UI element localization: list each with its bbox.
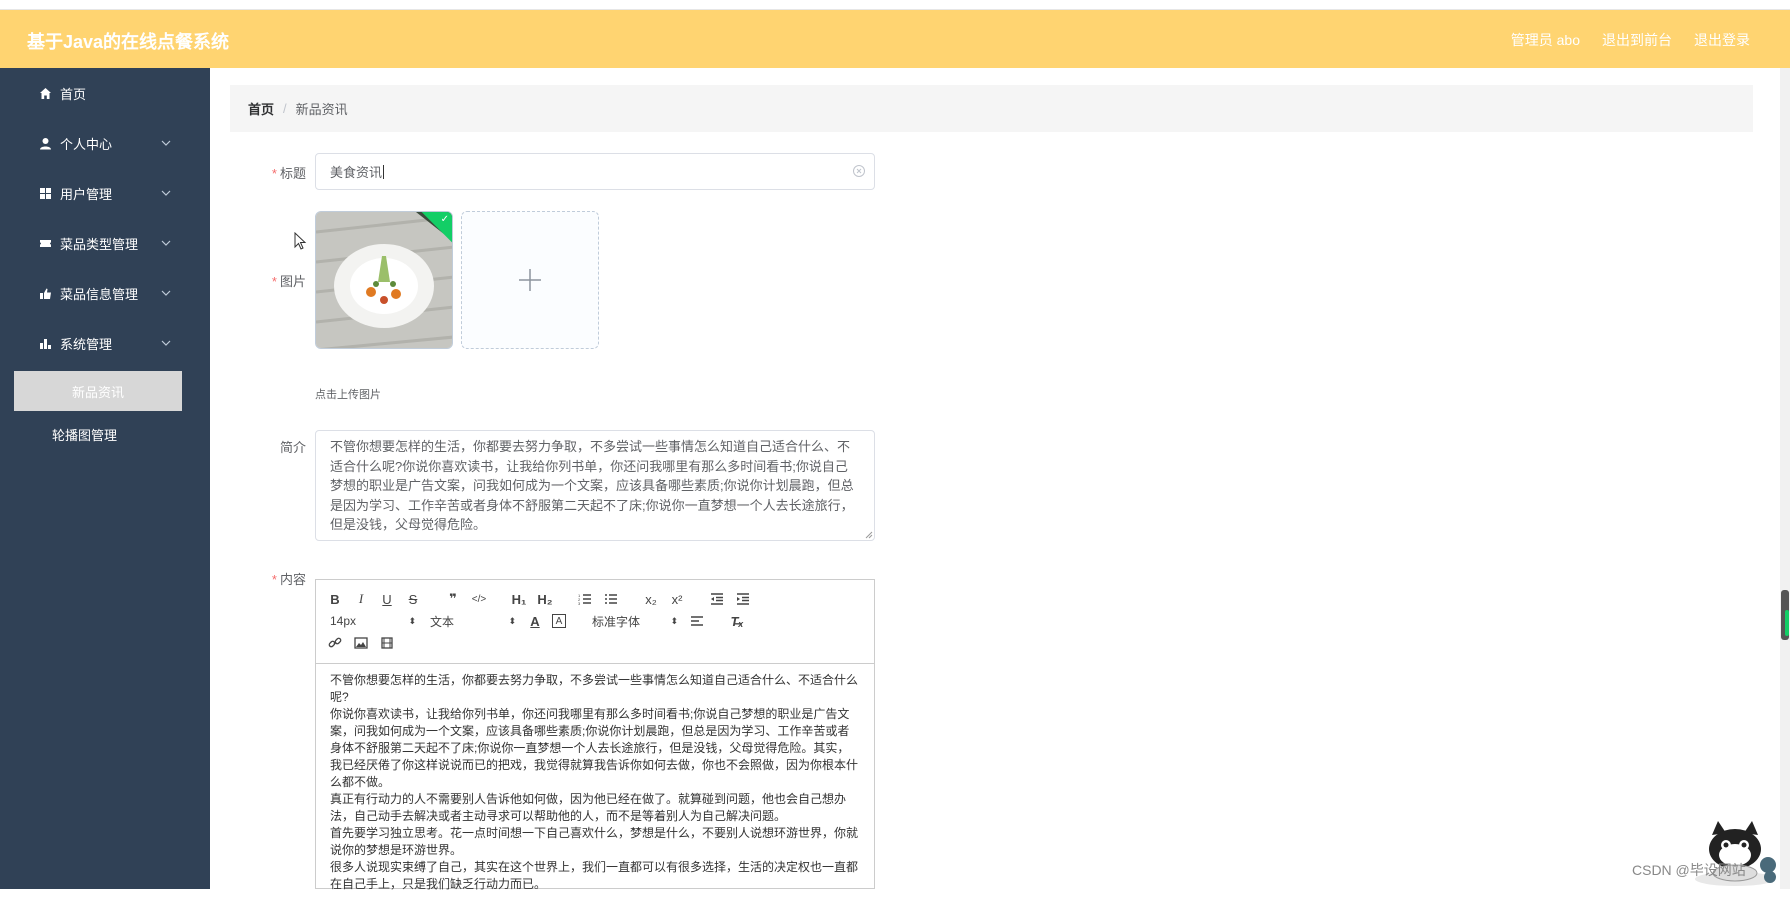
thumb-icon (38, 286, 52, 300)
breadcrumb: 首页 / 新品资讯 (230, 85, 1753, 132)
video-icon[interactable] (378, 634, 396, 652)
clear-format-icon[interactable]: T̶ₓ (728, 612, 746, 630)
chevron-down-icon (161, 140, 171, 146)
sidebar-item-system[interactable]: 系统管理 (0, 318, 210, 368)
image-upload-button[interactable] (461, 211, 599, 349)
admin-user-label[interactable]: 管理员 abo (1511, 30, 1580, 50)
image-icon[interactable] (352, 634, 370, 652)
editor-content-area[interactable]: 不管你想要怎样的生活，你都要去努力争取，不多尝试一些事情怎么知道自己适合什么、不… (316, 664, 874, 901)
strikethrough-icon[interactable]: S (404, 590, 422, 608)
sidebar-item-label: 菜品信息管理 (60, 286, 139, 302)
required-mark: * (271, 166, 277, 181)
required-mark: * (271, 274, 277, 289)
italic-icon[interactable]: I (352, 590, 370, 608)
sidebar-item-dish-types[interactable]: 菜品类型管理 (0, 218, 210, 268)
user-icon (38, 136, 52, 150)
breadcrumb-separator: / (283, 101, 287, 116)
chevron-down-icon (161, 240, 171, 246)
bullet-list-icon[interactable] (602, 590, 620, 608)
rich-text-editor[interactable]: B I U S ❞ </> H₁ H₂ 123 x₂ x² 14px ⬍ 文本 … (315, 579, 875, 891)
description-text: 不管你想要怎样的生活，你都要去努力争取，不多尝试一些事情怎么知道自己适合什么、不… (330, 439, 854, 532)
superscript-icon[interactable]: x² (668, 590, 686, 608)
select-arrow-icon: ⬍ (408, 615, 416, 626)
link-icon[interactable] (326, 634, 344, 652)
editor-paragraph: 你说你喜欢读书，让我给你列书单，你还问我哪里有那么多时间看书;你说自己梦想的职业… (330, 707, 859, 789)
sidebar-item-home[interactable]: 首页 (0, 68, 210, 118)
editor-toolbar: B I U S ❞ </> H₁ H₂ 123 x₂ x² 14px ⬍ 文本 … (316, 580, 874, 664)
subscript-icon[interactable]: x₂ (642, 590, 660, 608)
page-scrollbar[interactable] (1780, 68, 1790, 889)
upload-tip: 点击上传图片 (315, 389, 381, 401)
csdn-watermark: CSDN @毕设网站 (1632, 862, 1746, 878)
content-label: * 内容 (271, 572, 306, 587)
app-title: 基于Java的在线点餐系统 (27, 32, 230, 52)
exit-to-front-link[interactable]: 退出到前台 (1602, 30, 1672, 50)
title-label: * 标题 (271, 166, 306, 181)
scroll-indicator (1785, 610, 1789, 636)
resize-handle-icon[interactable] (865, 531, 873, 539)
sidebar-item-label: 用户管理 (60, 186, 113, 202)
plus-icon (519, 269, 541, 291)
sidebar-subitem-carousel[interactable]: 轮播图管理 (0, 414, 210, 454)
required-mark: * (271, 572, 277, 587)
bold-icon[interactable]: B (326, 590, 344, 608)
sidebar-item-users[interactable]: 用户管理 (0, 168, 210, 218)
header-nav: 管理员 abo 退出到前台 退出登录 (1511, 30, 1750, 50)
font-size-select[interactable]: 14px ⬍ (326, 612, 416, 630)
heading2-icon[interactable]: H₂ (536, 590, 554, 608)
logout-link[interactable]: 退出登录 (1694, 30, 1750, 50)
description-textarea[interactable]: 不管你想要怎样的生活，你都要去努力争取，不多尝试一些事情怎么知道自己适合什么、不… (315, 430, 875, 541)
select-arrow-icon: ⬍ (670, 615, 678, 626)
heading1-icon[interactable]: H₁ (510, 590, 528, 608)
clear-icon[interactable] (852, 164, 866, 178)
sidebar-item-label: 首页 (60, 86, 87, 102)
background-color-icon[interactable]: A (552, 614, 566, 628)
browser-top-strip (0, 0, 1790, 10)
ticket-icon (38, 236, 52, 250)
sidebar-item-profile[interactable]: 个人中心 (0, 118, 210, 168)
breadcrumb-current: 新品资讯 (295, 102, 348, 117)
font-family-select[interactable]: 标准字体 ⬍ (588, 612, 678, 630)
chevron-down-icon (161, 190, 171, 196)
font-color-icon[interactable]: A (526, 612, 544, 630)
food-dish-image (316, 212, 452, 348)
sidebar-item-label: 系统管理 (60, 336, 113, 352)
editor-paragraph: 很多人说现实束缚了自己，其实在这个世界上，我们一直都可以有很多选择，生活的决定权… (330, 860, 859, 891)
chart-icon (38, 336, 52, 350)
code-block-icon[interactable]: </> (470, 590, 488, 608)
sidebar-item-label: 菜品类型管理 (60, 236, 139, 252)
svg-text:3: 3 (578, 601, 581, 605)
main-content: 首页 / 新品资讯 * 标题 美食资讯 * 图片 ✓ 点击上传图片 简介 不管你… (210, 68, 1780, 891)
align-icon[interactable] (688, 612, 706, 630)
desc-label: 简介 (279, 440, 306, 455)
mouse-cursor-icon (294, 232, 307, 250)
text-caret (383, 164, 385, 179)
breadcrumb-home[interactable]: 首页 (248, 99, 274, 118)
title-input-value: 美食资讯 (330, 165, 383, 180)
sidebar-item-label: 个人中心 (60, 136, 113, 152)
image-label: * 图片 (271, 274, 306, 289)
ordered-list-icon[interactable]: 123 (576, 590, 594, 608)
underline-icon[interactable]: U (378, 590, 396, 608)
sidebar-subitem-news[interactable]: 新品资讯 (14, 371, 182, 411)
chevron-down-icon (161, 340, 171, 346)
grid-icon (38, 186, 52, 200)
sidebar-item-dish-info[interactable]: 菜品信息管理 (0, 268, 210, 318)
select-arrow-icon: ⬍ (508, 615, 516, 626)
sidebar: 首页 个人中心 用户管理 菜品类型管理 菜品信息管理 系统管理 新品资讯 轮播图… (0, 68, 210, 889)
editor-paragraph: 首先要学习独立思考。花一点时间想一下自己喜欢什么，梦想是什么，不要别人说想环游世… (330, 826, 859, 857)
block-format-select[interactable]: 文本 ⬍ (426, 612, 516, 630)
indent-icon[interactable] (734, 590, 752, 608)
editor-paragraph: 不管你想要怎样的生活，你都要去努力争取，不多尝试一些事情怎么知道自己适合什么、不… (330, 673, 859, 704)
editor-paragraph: 真正有行动力的人不需要别人告诉他如何做，因为他已经在做了。就算碰到问题，他也会自… (330, 792, 847, 823)
title-input[interactable]: 美食资讯 (315, 153, 875, 190)
check-icon: ✓ (440, 214, 449, 225)
app-header: 基于Java的在线点餐系统 管理员 abo 退出到前台 退出登录 (0, 10, 1790, 68)
chevron-down-icon (161, 290, 171, 296)
home-icon (38, 86, 52, 100)
blockquote-icon[interactable]: ❞ (444, 590, 462, 608)
uploaded-image-thumbnail[interactable]: ✓ (315, 211, 453, 349)
outdent-icon[interactable] (708, 590, 726, 608)
